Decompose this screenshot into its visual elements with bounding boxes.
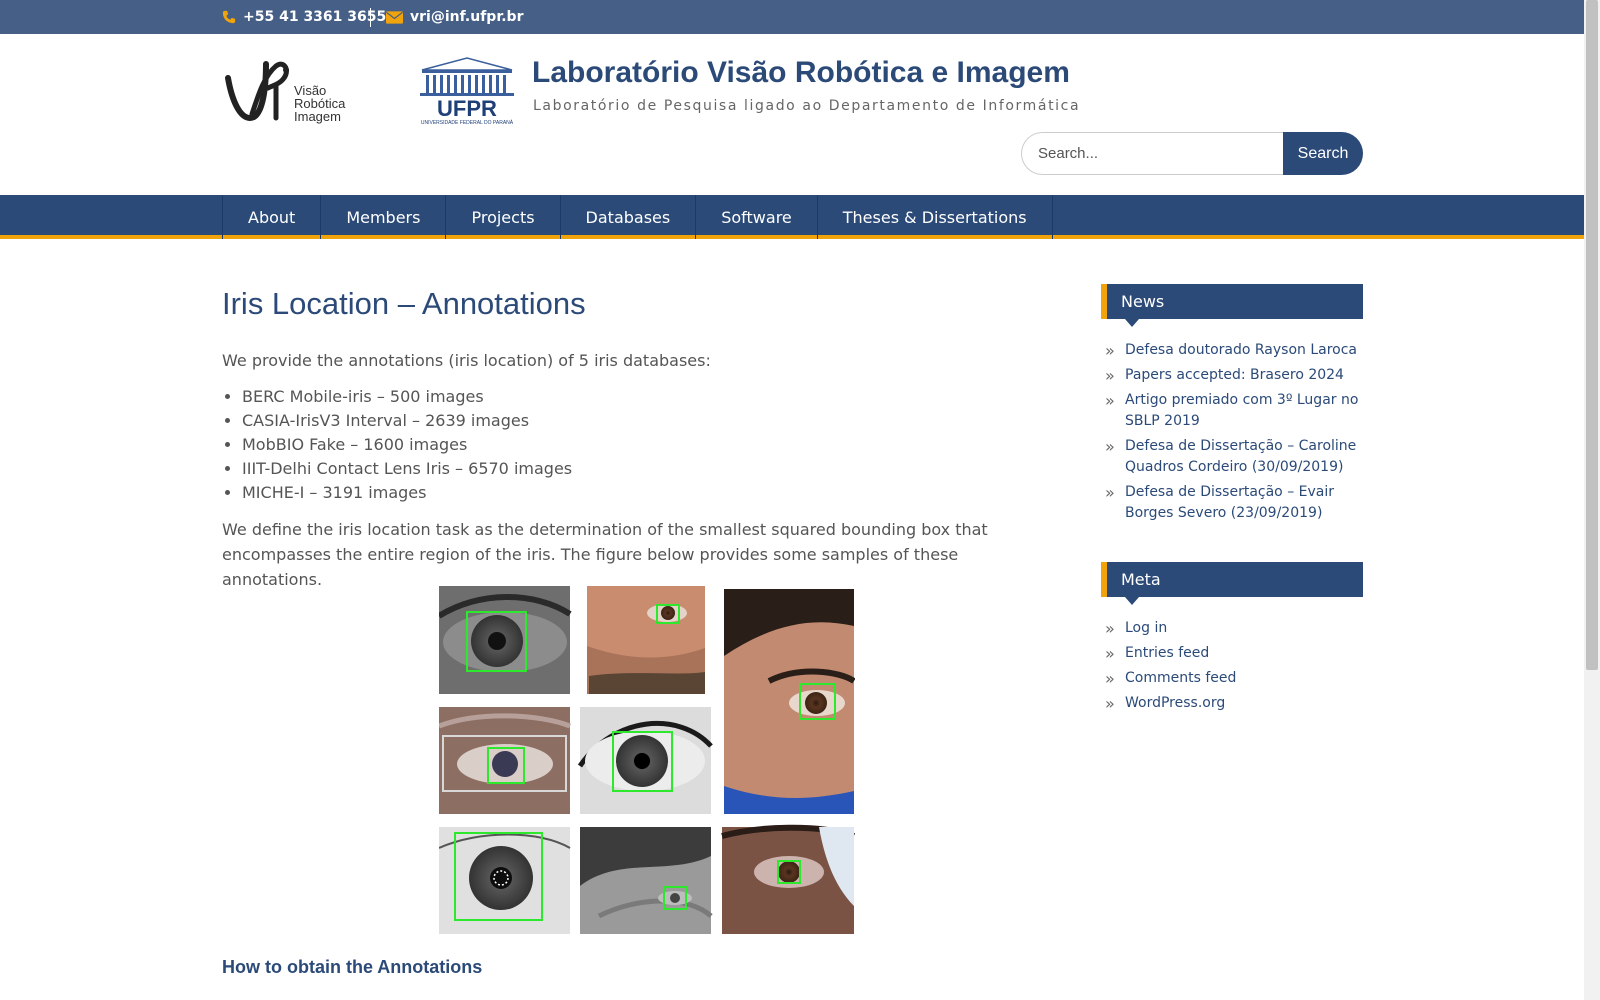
nav-item-about[interactable]: About bbox=[223, 195, 322, 239]
envelope-icon bbox=[386, 10, 403, 24]
search-input[interactable] bbox=[1021, 132, 1284, 175]
chevron-right-icon: » bbox=[1105, 437, 1115, 456]
ufpr-logo-text: UFPR bbox=[437, 96, 497, 121]
definition-paragraph: We define the iris location task as the … bbox=[222, 520, 988, 589]
top-bar: +55 41 3361 3655 vri@inf.ufpr.br bbox=[0, 0, 1584, 34]
ufpr-logo[interactable]: UFPR UNIVERSIDADE FEDERAL DO PARANÁ bbox=[414, 56, 520, 126]
meta-item-label[interactable]: Log in bbox=[1125, 620, 1167, 636]
topbar-divider bbox=[370, 8, 371, 27]
meta-item-label[interactable]: WordPress.org bbox=[1125, 695, 1225, 711]
news-item-label[interactable]: Defesa doutorado Rayson Laroca bbox=[1125, 342, 1357, 358]
meta-item[interactable]: » Log in bbox=[1105, 618, 1363, 639]
main-navigation: About Members Projects Databases Softwar… bbox=[0, 195, 1584, 239]
meta-item-label[interactable]: Entries feed bbox=[1125, 645, 1209, 661]
site-title[interactable]: Laboratório Visão Robótica e Imagem bbox=[532, 56, 1070, 90]
chevron-right-icon: » bbox=[1105, 644, 1115, 663]
meta-item-label[interactable]: Comments feed bbox=[1125, 670, 1236, 686]
news-item[interactable]: » Defesa de Dissertação – Caroline Quadro… bbox=[1105, 436, 1363, 478]
email-contact[interactable]: vri@inf.ufpr.br bbox=[386, 0, 523, 34]
page-title: Iris Location – Annotations bbox=[222, 286, 586, 321]
chevron-right-icon: » bbox=[1105, 619, 1115, 638]
annotation-samples-figure bbox=[439, 586, 855, 934]
vri-logo-line3: Imagem bbox=[294, 109, 341, 124]
meta-item[interactable]: » WordPress.org bbox=[1105, 693, 1363, 714]
email-address: vri@inf.ufpr.br bbox=[410, 9, 524, 25]
news-item-label[interactable]: Papers accepted: Brasero 2024 bbox=[1125, 367, 1344, 383]
chevron-right-icon: » bbox=[1105, 341, 1115, 360]
sample-image-5 bbox=[577, 707, 713, 814]
sample-image-6 bbox=[439, 827, 571, 934]
list-item: BERC Mobile-iris – 500 images bbox=[242, 385, 1052, 409]
database-list: BERC Mobile-iris – 500 images CASIA-Iris… bbox=[242, 385, 1052, 505]
list-item: IIIT-Delhi Contact Lens Iris – 6570 imag… bbox=[242, 457, 1052, 481]
scrollbar-thumb[interactable] bbox=[1586, 0, 1598, 670]
list-item: CASIA-IrisV3 Interval – 2639 images bbox=[242, 409, 1052, 433]
news-item-label[interactable]: Artigo premiado com 3º Lugar no SBLP 201… bbox=[1125, 392, 1358, 429]
nav-item-software[interactable]: Software bbox=[696, 195, 818, 239]
nav-item-theses[interactable]: Theses & Dissertations bbox=[818, 195, 1053, 239]
news-widget-title: News bbox=[1101, 284, 1363, 327]
chevron-right-icon: » bbox=[1105, 366, 1115, 385]
meta-widget-title: Meta bbox=[1101, 562, 1363, 605]
phone-number: +55 41 3361 3655 bbox=[243, 9, 387, 25]
news-item[interactable]: » Papers accepted: Brasero 2024 bbox=[1105, 365, 1363, 386]
news-item[interactable]: » Artigo premiado com 3º Lugar no SBLP 20… bbox=[1105, 390, 1363, 432]
news-item-label[interactable]: Defesa de Dissertação – Evair Borges Sev… bbox=[1125, 484, 1334, 521]
chevron-right-icon: » bbox=[1105, 483, 1115, 502]
nav-item-projects[interactable]: Projects bbox=[446, 195, 561, 239]
vri-logo[interactable]: Visão Robótica Imagem bbox=[224, 56, 364, 126]
news-list: » Defesa doutorado Rayson Laroca » Papers … bbox=[1105, 340, 1363, 528]
chevron-right-icon: » bbox=[1105, 669, 1115, 688]
news-item-label[interactable]: Defesa de Dissertação – Caroline Quadros… bbox=[1125, 438, 1356, 475]
phone-contact[interactable]: +55 41 3361 3655 bbox=[222, 0, 386, 34]
nav-menu: About Members Projects Databases Softwar… bbox=[222, 195, 1053, 239]
nav-item-databases[interactable]: Databases bbox=[561, 195, 697, 239]
chevron-right-icon: » bbox=[1105, 391, 1115, 410]
sample-image-1 bbox=[439, 586, 572, 694]
ufpr-logo-subtext: UNIVERSIDADE FEDERAL DO PARANÁ bbox=[421, 119, 514, 126]
sample-image-4 bbox=[439, 707, 571, 814]
sample-image-7 bbox=[580, 827, 713, 934]
phone-icon bbox=[222, 10, 236, 24]
list-item: MICHE-I – 3191 images bbox=[242, 481, 1052, 505]
section-subheading: How to obtain the Annotations bbox=[222, 957, 483, 977]
sample-image-3 bbox=[724, 589, 855, 814]
main-content: Iris Location – Annotations We provide t… bbox=[222, 286, 1052, 604]
sample-image-2 bbox=[587, 586, 705, 694]
list-item: MobBIO Fake – 1600 images bbox=[242, 433, 1052, 457]
chevron-right-icon: » bbox=[1105, 694, 1115, 713]
intro-paragraph: We provide the annotations (iris locatio… bbox=[222, 351, 711, 370]
search-button[interactable]: Search bbox=[1283, 132, 1363, 175]
meta-item[interactable]: » Entries feed bbox=[1105, 643, 1363, 664]
nav-item-members[interactable]: Members bbox=[321, 195, 447, 239]
meta-list: » Log in » Entries feed » Comments feed » Wo… bbox=[1105, 618, 1363, 718]
site-description: Laboratório de Pesquisa ligado ao Depart… bbox=[533, 98, 1081, 114]
meta-item[interactable]: » Comments feed bbox=[1105, 668, 1363, 689]
news-item[interactable]: » Defesa de Dissertação – Evair Borges Se… bbox=[1105, 482, 1363, 524]
sample-image-8 bbox=[721, 824, 855, 934]
news-item[interactable]: » Defesa doutorado Rayson Laroca bbox=[1105, 340, 1363, 361]
